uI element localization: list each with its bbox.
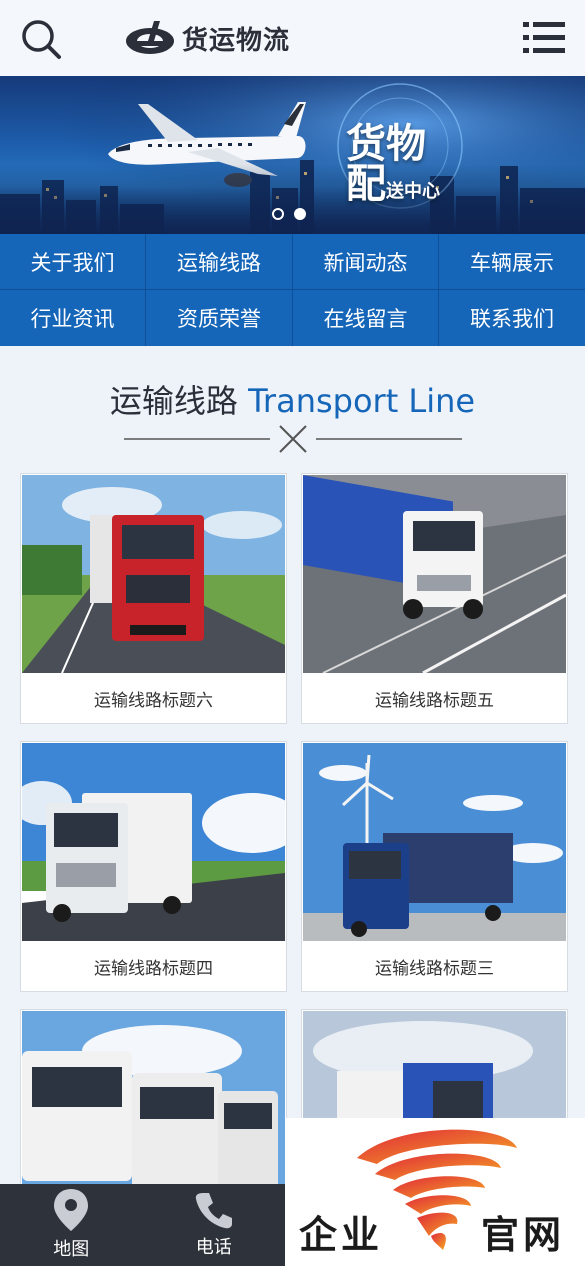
banner-title-line2: 配 (346, 161, 386, 207)
nav-item-industry-info[interactable]: 行业资讯 (0, 290, 146, 346)
route-card-caption: 运输线路标题四 (94, 959, 213, 979)
banner-dot-1[interactable] (272, 208, 284, 220)
bottom-action-bar: 地图 电话 (0, 1184, 285, 1266)
hero-banner[interactable]: 货物 配送中心 (0, 76, 585, 234)
route-card-image (22, 475, 285, 673)
route-card[interactable]: 运输线路标题三 (301, 741, 568, 992)
route-card[interactable]: 运输线路标题四 (20, 741, 287, 992)
logo-mark-icon (126, 21, 174, 54)
route-card[interactable]: 运输线路标题五 (301, 473, 568, 724)
map-pin-icon (54, 1189, 89, 1231)
section-title-en: Transport Line (248, 382, 476, 420)
route-card-caption: 运输线路标题五 (375, 691, 494, 711)
phone-button[interactable]: 电话 (143, 1184, 286, 1266)
banner-title: 货物 配送中心 (346, 124, 440, 212)
nav-item-honors[interactable]: 资质荣誉 (146, 290, 293, 346)
banner-dot-2[interactable] (294, 208, 306, 220)
map-button[interactable]: 地图 (0, 1184, 143, 1266)
section-divider-icon (124, 425, 462, 453)
banner-pagination (272, 208, 306, 220)
header: 货运物流 (0, 0, 585, 76)
route-card[interactable]: 运输线路标题六 (20, 473, 287, 724)
nav-item-news[interactable]: 新闻动态 (293, 234, 439, 290)
search-icon (22, 20, 61, 59)
watermark-text-right: 官网 (481, 1213, 566, 1257)
watermark-text-left: 企业 (299, 1213, 384, 1257)
nav-item-contact[interactable]: 联系我们 (439, 290, 585, 346)
phone-icon (195, 1193, 232, 1229)
route-card-image (22, 743, 285, 941)
nav-item-vehicles[interactable]: 车辆展示 (439, 234, 585, 290)
route-card-caption: 运输线路标题三 (375, 959, 494, 979)
banner-title-small: 送中心 (386, 181, 440, 202)
map-label: 地图 (53, 1239, 90, 1260)
route-card-image (22, 1011, 285, 1209)
nav-item-about[interactable]: 关于我们 (0, 234, 146, 290)
route-card-image (303, 743, 566, 941)
logo-text: 货运物流 (182, 25, 291, 56)
phone-label: 电话 (195, 1237, 232, 1258)
nav-item-message[interactable]: 在线留言 (293, 290, 439, 346)
section-title: 运输线路 Transport Line (0, 376, 585, 422)
watermark-logo: 企业 官网 (285, 1118, 585, 1266)
site-logo[interactable]: 货运物流 (124, 16, 290, 60)
search-button[interactable] (20, 18, 62, 60)
banner-city-overlay (0, 164, 585, 234)
menu-list-icon (523, 22, 565, 53)
menu-button[interactable] (523, 20, 565, 56)
route-card-caption: 运输线路标题六 (94, 691, 213, 711)
section-title-cn: 运输线路 (109, 382, 238, 420)
main-nav: 关于我们 运输线路 新闻动态 车辆展示 行业资讯 资质荣誉 在线留言 联系我们 (0, 234, 585, 346)
route-card-image (303, 475, 566, 673)
nav-item-transport-lines[interactable]: 运输线路 (146, 234, 293, 290)
